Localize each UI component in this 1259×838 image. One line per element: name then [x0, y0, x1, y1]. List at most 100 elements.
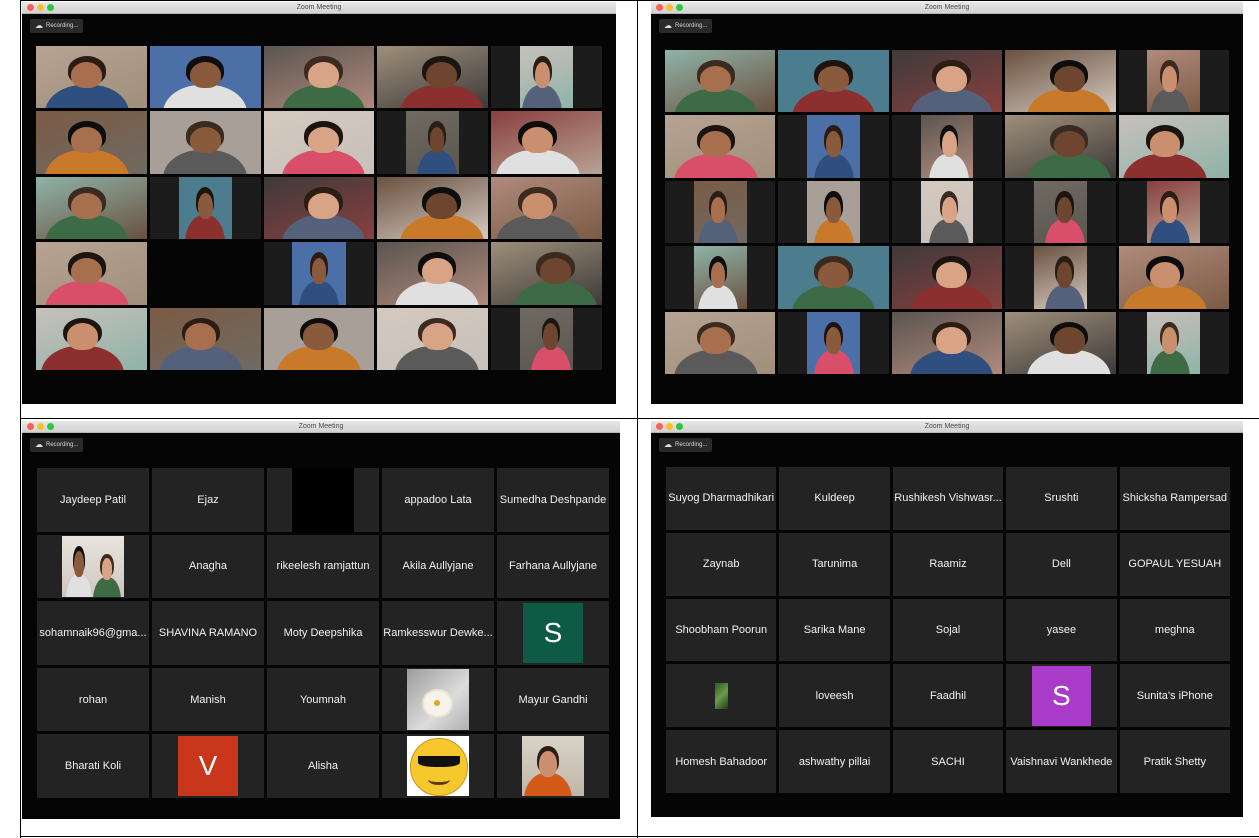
participant-video-tile[interactable]: [36, 242, 147, 305]
participant-video-tile[interactable]: [1005, 180, 1116, 244]
recording-badge[interactable]: ☁ Recording...: [30, 19, 84, 33]
participant-name-tile[interactable]: Sarika Mane: [779, 598, 890, 662]
participant-name-tile[interactable]: [382, 667, 494, 732]
participant-video-tile[interactable]: [377, 242, 489, 305]
participant-name-tile[interactable]: appadoo Lata: [382, 468, 494, 532]
participant-name-tile[interactable]: Anagha: [152, 534, 264, 599]
participant-video-tile[interactable]: [263, 176, 375, 240]
participant-video-tile[interactable]: [891, 311, 1003, 374]
participant-video-tile[interactable]: [778, 246, 889, 309]
participant-name-tile[interactable]: [37, 534, 149, 599]
participant-video-tile[interactable]: [263, 242, 375, 305]
participant-video-tile[interactable]: [1005, 246, 1116, 309]
participant-video-tile[interactable]: [36, 176, 147, 240]
participant-name-tile[interactable]: rohan: [37, 667, 149, 732]
participant-video-tile[interactable]: [36, 111, 147, 174]
participant-video-tile[interactable]: [149, 46, 261, 109]
participant-name-tile[interactable]: [382, 734, 494, 798]
participant-video-tile[interactable]: [891, 246, 1003, 309]
participant-name-tile[interactable]: sohamnaik96@gma...: [37, 601, 149, 665]
participant-name-tile[interactable]: yasee: [1006, 598, 1117, 662]
recording-badge[interactable]: ☁ Recording...: [659, 438, 713, 452]
participant-name-tile[interactable]: Tarunima: [779, 532, 890, 596]
participant-video-tile[interactable]: [377, 176, 489, 240]
participant-name-tile[interactable]: Mayur Gandhi: [497, 667, 609, 732]
participant-name-tile[interactable]: Shoobham Poorun: [666, 598, 777, 662]
participant-name-tile[interactable]: Raamiz: [892, 532, 1004, 596]
participant-name-tile[interactable]: Sumedha Deshpande: [497, 468, 609, 532]
participant-video-tile[interactable]: [263, 307, 375, 370]
participant-name-tile[interactable]: Bharati Koli: [37, 734, 149, 798]
participant-video-tile[interactable]: [1118, 50, 1229, 113]
participant-name-tile[interactable]: GOPAUL YESUAH: [1119, 532, 1230, 596]
participant-video-tile[interactable]: [149, 111, 261, 174]
participant-name-tile[interactable]: Dell: [1006, 532, 1117, 596]
participant-name-tile[interactable]: Srushti: [1006, 467, 1117, 530]
participant-video-tile[interactable]: [1005, 50, 1116, 113]
participant-name-tile[interactable]: meghna: [1119, 598, 1230, 662]
participant-name-tile[interactable]: Moty Deepshika: [267, 601, 379, 665]
participant-name-tile[interactable]: Sojal: [892, 598, 1004, 662]
participant-video-tile[interactable]: [491, 176, 602, 240]
recording-badge[interactable]: ☁ Recording...: [30, 438, 84, 452]
participant-name-tile[interactable]: rikeelesh ramjattun: [267, 534, 379, 599]
participant-name-tile[interactable]: ashwathy pillai: [779, 730, 890, 793]
participant-name-tile[interactable]: Vaishnavi Wankhede: [1006, 730, 1117, 793]
participant-video-tile[interactable]: [149, 242, 261, 305]
participant-video-tile[interactable]: [491, 307, 602, 370]
recording-badge[interactable]: ☁ Recording...: [659, 19, 713, 33]
participant-video-tile[interactable]: [778, 50, 889, 113]
participant-video-tile[interactable]: [1118, 180, 1229, 244]
participant-video-tile[interactable]: [36, 46, 147, 109]
participant-name-tile[interactable]: [267, 468, 379, 532]
participant-video-tile[interactable]: [491, 242, 602, 305]
participant-video-tile[interactable]: [1005, 311, 1116, 374]
participant-video-tile[interactable]: [778, 180, 889, 244]
participant-video-tile[interactable]: [1118, 246, 1229, 309]
participant-video-tile[interactable]: [1005, 115, 1116, 178]
participant-video-tile[interactable]: [665, 246, 776, 309]
participant-name-tile[interactable]: Youmnah: [267, 667, 379, 732]
participant-name-tile[interactable]: Farhana Aullyjane: [497, 534, 609, 599]
participant-name-tile[interactable]: Kuldeep: [779, 467, 890, 530]
participant-name-tile[interactable]: SHAVINA RAMANO: [152, 601, 264, 665]
participant-name-tile[interactable]: S: [1006, 664, 1117, 728]
participant-name-tile[interactable]: Manish: [152, 667, 264, 732]
participant-video-tile[interactable]: [149, 176, 261, 240]
participant-video-tile[interactable]: [665, 115, 776, 178]
participant-name-tile[interactable]: Jaydeep Patil: [37, 468, 149, 532]
participant-video-tile[interactable]: [891, 180, 1003, 244]
participant-name-tile[interactable]: Shicksha Rampersad: [1119, 467, 1230, 530]
participant-name-tile[interactable]: S: [497, 601, 609, 665]
participant-video-tile[interactable]: [665, 50, 776, 113]
participant-video-tile[interactable]: [665, 180, 776, 244]
participant-name-tile[interactable]: loveesh: [779, 664, 890, 728]
participant-name-tile[interactable]: Faadhil: [892, 664, 1004, 728]
participant-name-tile[interactable]: Zaynab: [666, 532, 777, 596]
participant-name-tile[interactable]: Suyog Dharmadhikari: [666, 467, 777, 530]
participant-name-tile[interactable]: Alisha: [267, 734, 379, 798]
participant-name-tile[interactable]: [666, 664, 777, 728]
participant-video-tile[interactable]: [778, 115, 889, 178]
participant-video-tile[interactable]: [491, 111, 602, 174]
participant-video-tile[interactable]: [263, 111, 375, 174]
participant-name-tile[interactable]: Ejaz: [152, 468, 264, 532]
participant-name-tile[interactable]: Akila Aullyjane: [382, 534, 494, 599]
participant-name-tile[interactable]: Homesh Bahadoor: [666, 730, 777, 793]
participant-video-tile[interactable]: [491, 46, 602, 109]
participant-video-tile[interactable]: [36, 307, 147, 370]
participant-name-tile[interactable]: V: [152, 734, 264, 798]
participant-name-tile[interactable]: [497, 734, 609, 798]
participant-video-tile[interactable]: [377, 307, 489, 370]
participant-video-tile[interactable]: [665, 311, 776, 374]
participant-video-tile[interactable]: [1118, 311, 1229, 374]
participant-name-tile[interactable]: Rushikesh Vishwasr...: [892, 467, 1004, 530]
participant-name-tile[interactable]: Pratik Shetty: [1119, 730, 1230, 793]
participant-name-tile[interactable]: Sunita's iPhone: [1119, 664, 1230, 728]
participant-name-tile[interactable]: SACHI: [892, 730, 1004, 793]
participant-video-tile[interactable]: [263, 46, 375, 109]
participant-video-tile[interactable]: [891, 50, 1003, 113]
participant-video-tile[interactable]: [377, 111, 489, 174]
participant-video-tile[interactable]: [1118, 115, 1229, 178]
participant-video-tile[interactable]: [377, 46, 489, 109]
